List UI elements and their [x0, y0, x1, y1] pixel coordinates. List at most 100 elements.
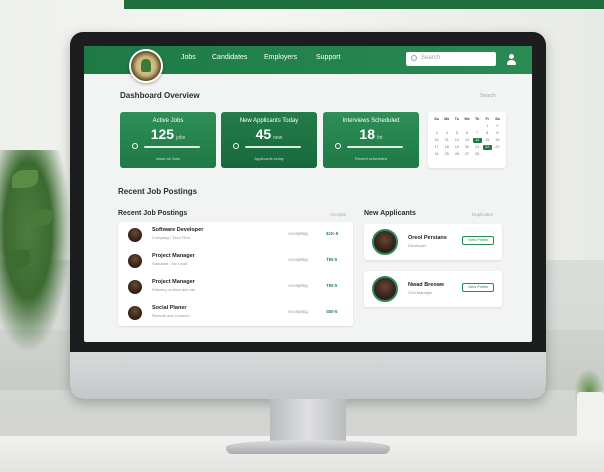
- jobs-panel-title: Recent Job Postings: [118, 210, 188, 217]
- calendar-day[interactable]: 3: [432, 131, 441, 136]
- applicants-panel-title: New Applicants: [364, 210, 416, 217]
- stat-card-new-applicants[interactable]: New Applicants Today 45 new Applicants to…: [221, 112, 317, 168]
- job-status: Accepting: [288, 283, 308, 288]
- applicants-panel-link[interactable]: Duplicates: [472, 212, 493, 217]
- job-detail: Company / Tech Firm: [152, 235, 190, 240]
- applicant-role: Civil Manager: [408, 290, 433, 295]
- view-profile-button[interactable]: View Profile: [462, 236, 494, 245]
- calendar-day[interactable]: 25: [442, 152, 451, 157]
- calendar-day[interactable]: 19: [452, 145, 461, 150]
- calendar-day[interactable]: 5: [452, 131, 461, 136]
- calendar-day[interactable]: 7: [473, 131, 482, 136]
- screen: Jobs Candidates Employers Support Search…: [84, 46, 532, 342]
- stat-card-interviews[interactable]: Interviews Scheduled 18 Int Recent schedu…: [323, 112, 419, 168]
- calendar-day[interactable]: 9: [493, 131, 502, 136]
- calendar-day[interactable]: 15: [483, 138, 492, 143]
- view-profile-button[interactable]: View Profile: [462, 283, 494, 292]
- calendar-day[interactable]: 28: [473, 152, 482, 157]
- dashboard-search-link[interactable]: Search: [480, 93, 496, 99]
- calendar-weekday: Su: [434, 117, 439, 121]
- calendar-day: [473, 124, 482, 129]
- stat-card-active-jobs[interactable]: Active Jobs 125 jobs Issue all Jobs: [120, 112, 216, 168]
- search-icon: [411, 55, 417, 61]
- calendar-day[interactable]: 2: [493, 124, 502, 129]
- calendar-day[interactable]: 6: [462, 131, 471, 136]
- job-title: Project Manager: [152, 253, 195, 259]
- calendar-day[interactable]: 23: [493, 145, 502, 150]
- job-title: Software Developer: [152, 227, 204, 233]
- job-row[interactable]: Software Developer Company / Tech Firm A…: [118, 222, 353, 248]
- nav-employers[interactable]: Employers: [264, 54, 297, 61]
- calendar-weekday: Fr: [485, 117, 490, 121]
- avatar: [128, 228, 142, 242]
- applicant-role: Developer: [408, 243, 427, 248]
- calendar-day[interactable]: 24: [432, 152, 441, 157]
- stat-unit: new: [273, 135, 283, 141]
- job-row[interactable]: Project Manager Standard / Inc Lead Acce…: [118, 248, 353, 274]
- avatar: [372, 276, 398, 302]
- plant-pot: [577, 392, 604, 442]
- avatar: [372, 229, 398, 255]
- calendar-day[interactable]: 13: [462, 138, 471, 143]
- target-icon: [132, 143, 138, 149]
- logo[interactable]: [129, 49, 163, 83]
- plant-leaf: [6, 250, 30, 268]
- calendar-weekday: Th: [474, 117, 480, 121]
- calendar-day[interactable]: 26: [452, 152, 461, 157]
- stat-label: Interviews Scheduled: [342, 118, 400, 124]
- calendar-widget[interactable]: Su Mo Tu We Th Fr Sa 1 2 3 4 5 6 7 8 9 10 11 12 13 14 15 16 17 1…: [428, 112, 506, 168]
- calendar-day[interactable]: 10: [432, 138, 441, 143]
- stat-footer: Recent scheduled: [354, 156, 388, 161]
- stat-bar: [144, 146, 200, 148]
- job-status: Accepting: [288, 231, 308, 236]
- calendar-day: [432, 124, 441, 129]
- plant-leaf: [12, 170, 38, 188]
- target-icon: [233, 143, 239, 149]
- calendar-day[interactable]: 16: [493, 138, 502, 143]
- job-amount: SBI-5: [326, 309, 338, 314]
- applicant-card[interactable]: Nwad Breowe Civil Manager View Profile: [364, 271, 502, 307]
- calendar-day[interactable]: 11: [442, 138, 451, 143]
- calendar-day[interactable]: 8: [483, 131, 492, 136]
- calendar-day[interactable]: 18: [442, 145, 451, 150]
- nav-candidates[interactable]: Candidates: [212, 54, 247, 61]
- stat-bar: [347, 146, 403, 148]
- job-row[interactable]: Social Planer Remote ads Uchurch Accepti…: [118, 300, 353, 326]
- search-input[interactable]: Search: [406, 52, 496, 66]
- monitor-stand: [270, 399, 346, 445]
- applicant-card[interactable]: Oreol Persians Developer View Profile: [364, 224, 502, 260]
- stat-unit: jobs: [176, 135, 186, 141]
- job-status: Accepting: [288, 257, 308, 262]
- applicant-name: Oreol Persians: [408, 235, 447, 241]
- calendar-weekday: We: [464, 117, 470, 121]
- calendar-weekday: Mo: [444, 117, 450, 121]
- calendar-day[interactable]: 22: [482, 145, 492, 150]
- calendar-day[interactable]: 14: [472, 138, 482, 143]
- jobs-panel-link[interactable]: Accepts: [330, 212, 346, 217]
- job-title: Social Planer: [152, 305, 187, 311]
- calendar-day[interactable]: 27: [462, 152, 471, 157]
- background-banner: [124, 0, 604, 9]
- calendar-day[interactable]: 21: [473, 145, 482, 150]
- calendar-day[interactable]: 1: [483, 124, 492, 129]
- job-row[interactable]: Project Manager Delivery on time and ntu…: [118, 274, 353, 300]
- plant-leaf: [30, 210, 52, 226]
- calendar-day[interactable]: 17: [432, 145, 441, 150]
- stat-value: 18: [359, 126, 375, 142]
- calendar-grid: Su Mo Tu We Th Fr Sa 1 2 3 4 5 6 7 8 9 10 11 12 13 14 15 16 17 1…: [432, 117, 502, 157]
- nav-support[interactable]: Support: [316, 54, 341, 61]
- user-icon[interactable]: [507, 54, 516, 65]
- job-title: Project Manager: [152, 279, 195, 285]
- top-nav-bar: Jobs Candidates Employers Support Search: [84, 46, 532, 83]
- stat-value: 125: [150, 126, 175, 142]
- page-title: Dashboard Overview: [120, 91, 200, 100]
- job-amount: TBI-5: [326, 257, 338, 262]
- calendar-day[interactable]: 4: [442, 131, 451, 136]
- calendar-day[interactable]: 12: [452, 138, 461, 143]
- job-amount: TBI-5: [326, 283, 338, 288]
- calendar-day[interactable]: 20: [462, 145, 471, 150]
- job-detail: Delivery on time and ntu: [152, 287, 196, 292]
- nav-jobs[interactable]: Jobs: [181, 54, 196, 61]
- stat-unit: Int: [377, 135, 383, 141]
- stat-value: 45: [255, 126, 272, 142]
